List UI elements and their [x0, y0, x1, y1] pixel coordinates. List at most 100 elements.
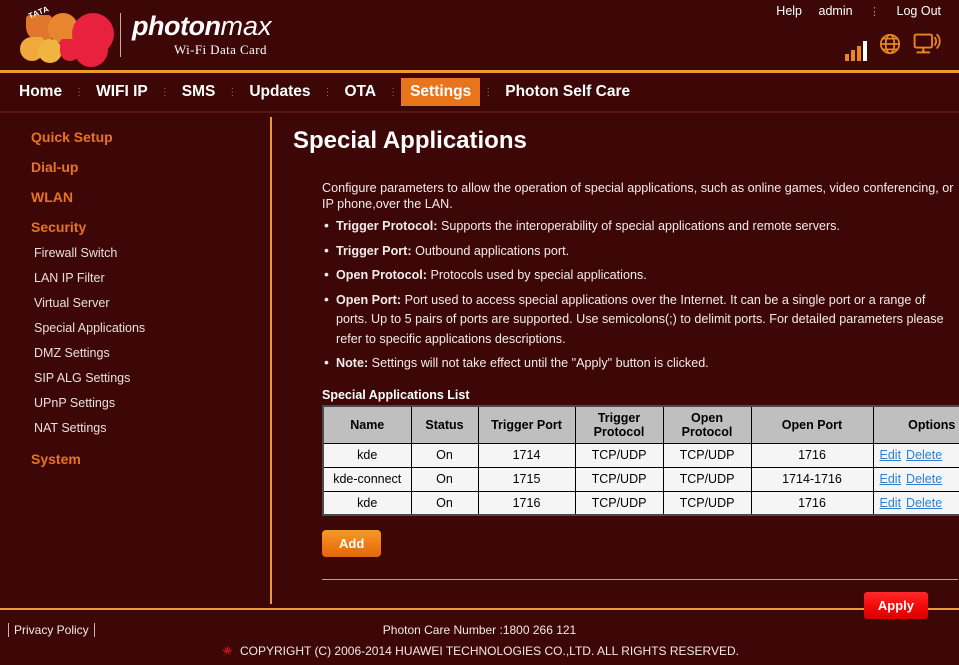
bullet-text: Protocols used by special applications.: [426, 268, 647, 282]
sidebar-item-lan-ip-filter[interactable]: LAN IP Filter: [34, 271, 268, 285]
bullet-trigger-protocol: Trigger Protocol: Supports the interoper…: [322, 216, 958, 237]
brand-main-label: photon: [132, 11, 221, 41]
delete-link[interactable]: Delete: [906, 472, 942, 486]
bullet-text: Outbound applications port.: [411, 243, 570, 258]
nav-item-wifi-ip[interactable]: WIFI IP: [87, 78, 157, 106]
nav-item-ota[interactable]: OTA: [336, 78, 386, 106]
bullet-text: Port used to access special applications…: [336, 292, 944, 346]
table-head: Name Status Trigger Port Trigger Protoco…: [322, 405, 959, 444]
cell-open-protocol: TCP/UDP: [662, 466, 752, 492]
privacy-policy-link[interactable]: Privacy Policy: [8, 623, 95, 637]
nav-item-updates[interactable]: Updates: [240, 78, 319, 106]
bullet-term: Note:: [336, 356, 369, 370]
bullet-trigger-port: Trigger Port: Outbound applications port…: [322, 241, 958, 262]
delete-link[interactable]: Delete: [906, 448, 942, 462]
bullet-text: Supports the interoperability of special…: [437, 219, 840, 233]
cell-status: On: [410, 490, 479, 516]
header-user-links: Help admin ⋮ Log Out: [763, 4, 941, 18]
bullet-term: Open Port:: [336, 292, 402, 307]
cell-status: On: [410, 466, 479, 492]
help-link[interactable]: Help: [776, 4, 802, 18]
column-header-open-protocol: Open Protocol: [662, 405, 752, 444]
table-header-row: Name Status Trigger Port Trigger Protoco…: [322, 405, 959, 444]
nav-separator: ⋮: [74, 86, 85, 98]
bullet-open-protocol: Open Protocol: Protocols used by special…: [322, 265, 958, 286]
table-row: kde On 1714 TCP/UDP TCP/UDP 1716 Edit Del…: [322, 442, 959, 468]
sidebar-item-dial-up[interactable]: Dial-up: [31, 159, 268, 175]
bullet-open-port: Open Port: Port used to access special a…: [322, 290, 958, 350]
bullet-term: Trigger Port:: [336, 243, 412, 258]
huawei-logo-icon: [220, 645, 235, 658]
bullet-term: Trigger Protocol:: [336, 219, 438, 233]
edit-link[interactable]: Edit: [880, 448, 902, 462]
cell-status: On: [410, 442, 479, 468]
main-navigation: Home ⋮ WIFI IP ⋮ SMS ⋮ Updates ⋮ OTA ⋮ S…: [0, 73, 959, 111]
cell-open-port: 1716: [750, 442, 874, 468]
page-body: Quick Setup Dial-up WLAN Security Firewa…: [0, 113, 959, 619]
special-applications-table: Name Status Trigger Port Trigger Protoco…: [322, 404, 959, 516]
nav-item-sms[interactable]: SMS: [173, 78, 225, 106]
logo-divider: [120, 13, 121, 57]
edit-link[interactable]: Edit: [880, 472, 902, 486]
cell-trigger-port: 1716: [477, 490, 576, 516]
cell-options: Edit Delete: [872, 466, 959, 492]
brand-text: photonmax Wi-Fi Data Card: [132, 12, 271, 58]
copyright-text: COPYRIGHT (C) 2006-2014 HUAWEI TECHNOLOG…: [239, 644, 740, 658]
cell-open-protocol: TCP/UDP: [662, 490, 752, 516]
sidebar-item-virtual-server[interactable]: Virtual Server: [34, 296, 268, 310]
sidebar-item-system[interactable]: System: [31, 451, 268, 467]
nav-separator: ⋮: [159, 86, 170, 98]
tata-docomo-logo-icon: TATA: [14, 4, 114, 67]
logout-link[interactable]: Log Out: [897, 4, 941, 18]
brand-suffix-label: max: [220, 11, 272, 41]
sidebar-item-quick-setup[interactable]: Quick Setup: [31, 129, 268, 145]
sidebar-item-wlan[interactable]: WLAN: [31, 189, 268, 205]
sidebar-item-firewall-switch[interactable]: Firewall Switch: [34, 246, 268, 260]
description-block: Configure parameters to allow the operat…: [322, 181, 958, 374]
header-link-separator: ⋮: [869, 6, 881, 18]
site-header: TATA photonmax Wi-Fi Data Card Help admi…: [0, 0, 959, 70]
sidebar-item-sip-alg-settings[interactable]: SIP ALG Settings: [34, 371, 268, 385]
globe-icon: [878, 32, 902, 61]
cell-options: Edit Delete: [872, 442, 959, 468]
nav-item-photon-self-care[interactable]: Photon Self Care: [496, 78, 639, 106]
brand-name: photonmax: [132, 12, 271, 40]
column-header-status: Status: [410, 405, 479, 444]
logo-blob: [74, 33, 108, 67]
copyright-line: COPYRIGHT (C) 2006-2014 HUAWEI TECHNOLOG…: [0, 637, 959, 658]
sidebar-item-upnp-settings[interactable]: UPnP Settings: [34, 396, 268, 410]
bullet-note: Note: Settings will not take effect unti…: [322, 353, 958, 374]
sidebar-item-special-applications[interactable]: Special Applications: [34, 321, 268, 335]
column-header-trigger-protocol: Trigger Protocol: [574, 405, 664, 444]
edit-link[interactable]: Edit: [880, 496, 902, 510]
cell-name: kde-connect: [322, 466, 412, 492]
logo-blob: [38, 39, 62, 63]
site-footer: Privacy Policy Photon Care Number :1800 …: [0, 610, 959, 665]
nav-separator: ⋮: [227, 86, 238, 98]
cell-trigger-port: 1714: [477, 442, 576, 468]
monitor-wifi-icon: [913, 32, 943, 61]
sidebar-item-nat-settings[interactable]: NAT Settings: [34, 421, 268, 435]
bullet-text: Settings will not take effect until the …: [368, 356, 709, 370]
signal-bars-icon: [845, 39, 867, 61]
column-header-trigger-port: Trigger Port: [477, 405, 576, 444]
add-button[interactable]: Add: [322, 530, 382, 557]
nav-item-home[interactable]: Home: [10, 78, 71, 106]
brand-logo: TATA photonmax Wi-Fi Data Card: [14, 4, 271, 67]
nav-item-settings[interactable]: Settings: [401, 78, 481, 106]
content-divider: [322, 579, 958, 580]
bullet-term: Open Protocol:: [336, 268, 427, 282]
description-intro: Configure parameters to allow the operat…: [322, 181, 954, 211]
main-content: Special Applications Configure parameter…: [291, 113, 959, 619]
brand-tagline: Wi-Fi Data Card: [174, 42, 267, 57]
column-header-open-port: Open Port: [750, 405, 874, 444]
parameter-list: Trigger Protocol: Supports the interoper…: [322, 216, 958, 374]
cell-open-port: 1716: [750, 490, 874, 516]
cell-open-port: 1714-1716: [750, 466, 874, 492]
sidebar-item-dmz-settings[interactable]: DMZ Settings: [34, 346, 268, 360]
sidebar-item-security[interactable]: Security: [31, 219, 268, 235]
username-label: admin: [818, 4, 853, 18]
delete-link[interactable]: Delete: [906, 496, 942, 510]
care-number-label: Photon Care Number :1800 266 121: [382, 623, 577, 637]
table-row: kde-connect On 1715 TCP/UDP TCP/UDP 1714…: [322, 466, 959, 492]
